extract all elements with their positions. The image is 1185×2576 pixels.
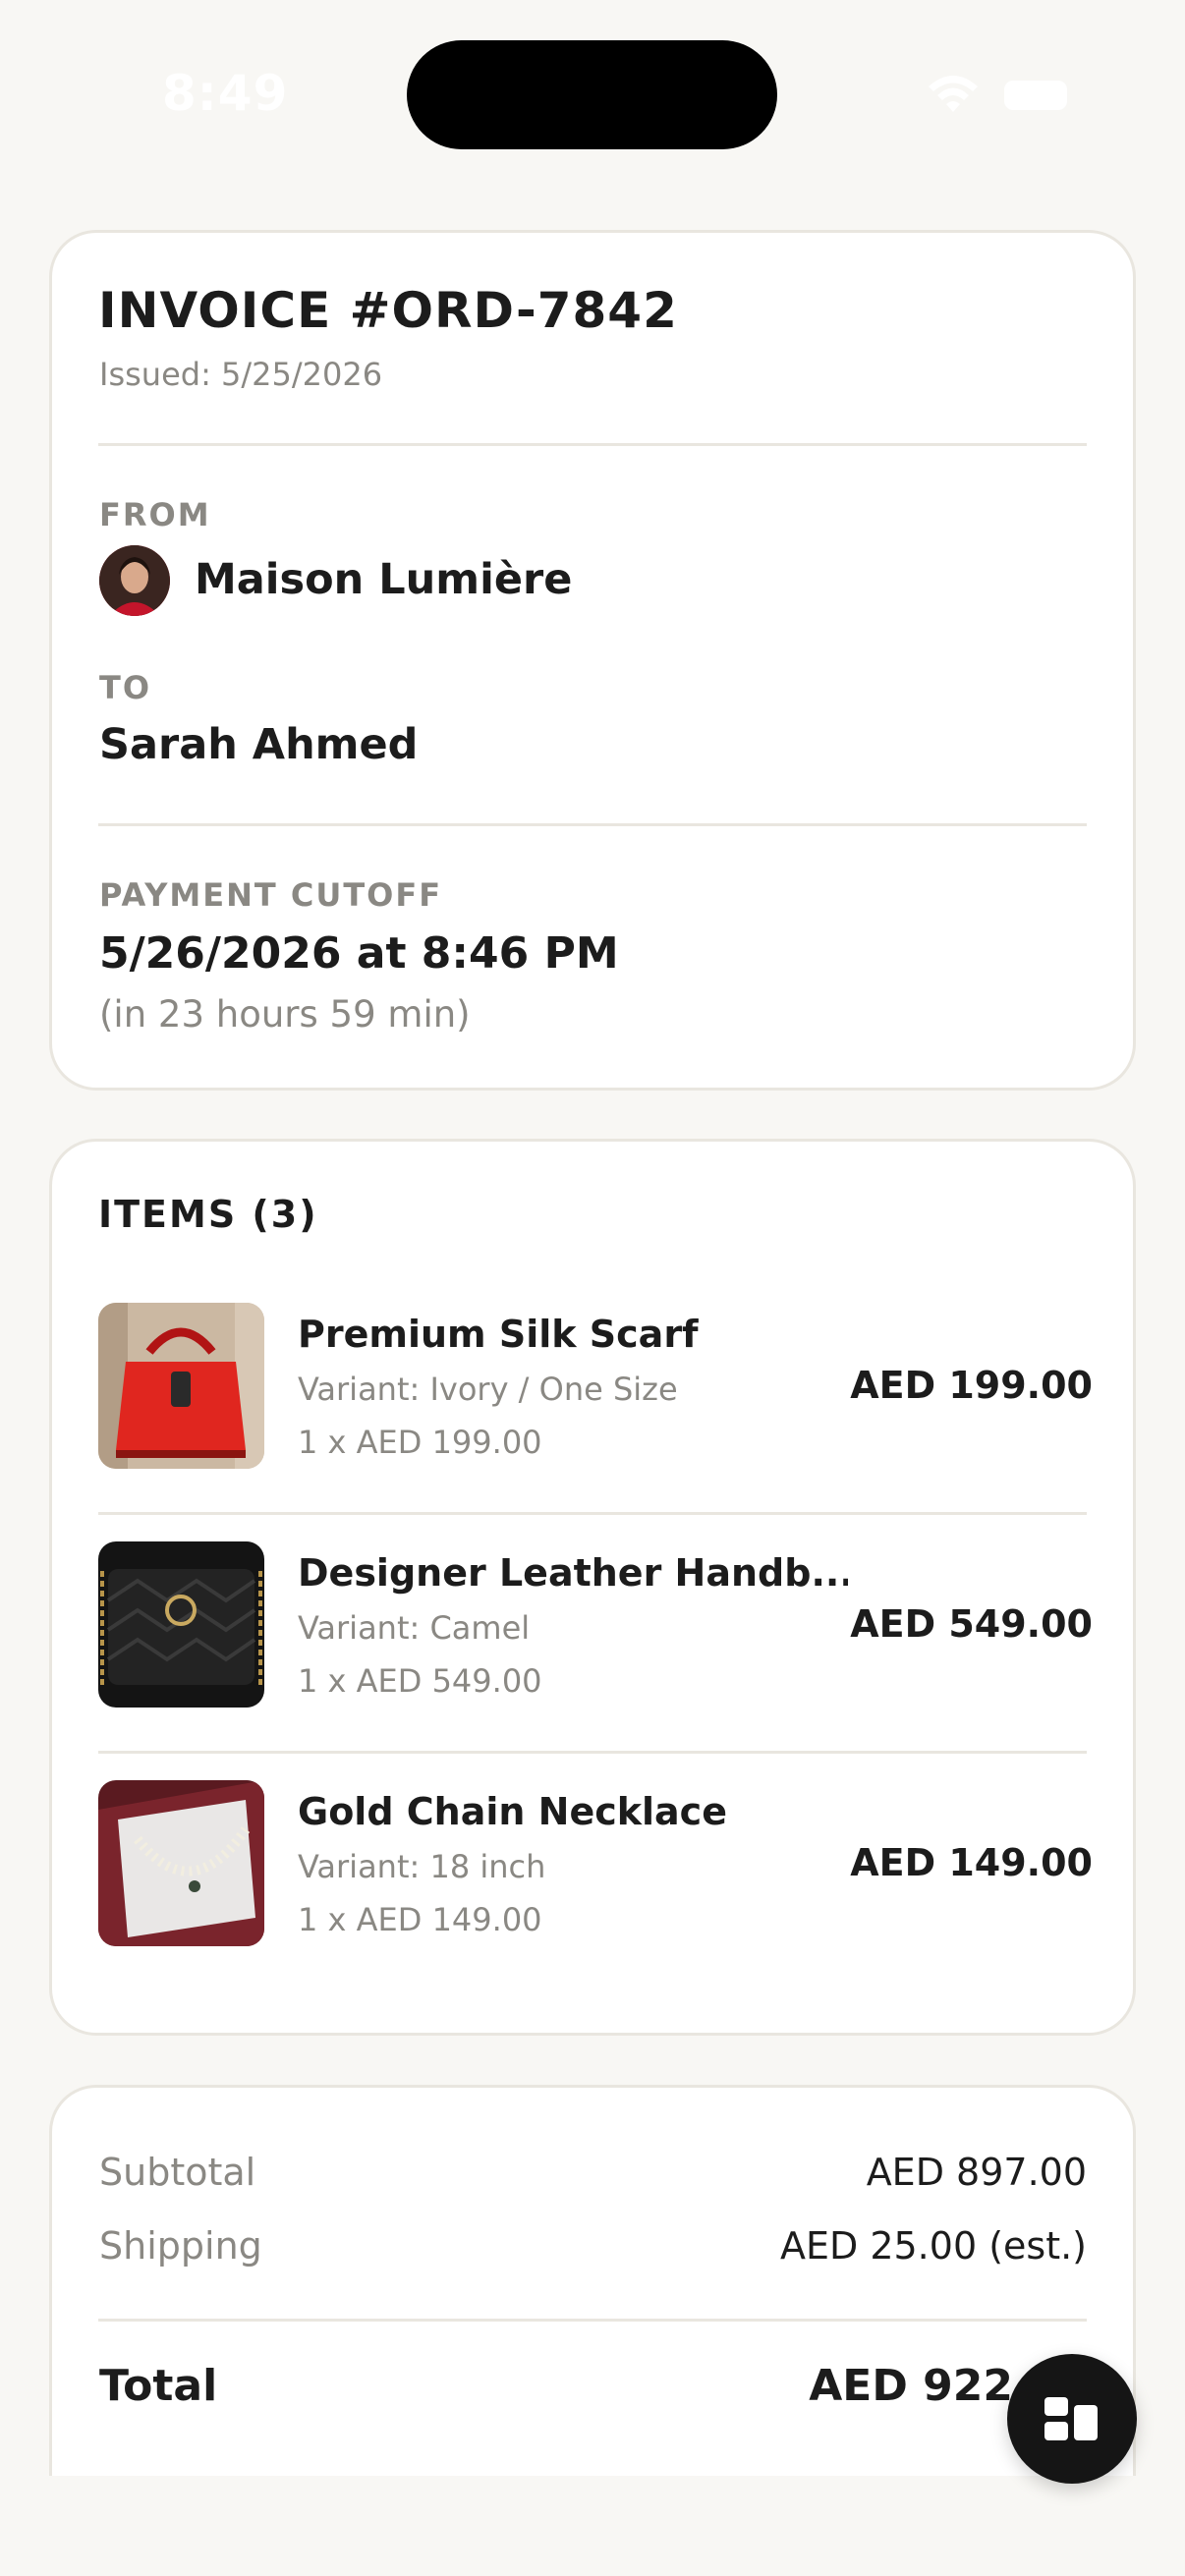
items-title: ITEMS (3) bbox=[98, 1193, 318, 1236]
bottom-background bbox=[0, 2476, 1185, 2576]
to-label: TO bbox=[99, 669, 152, 706]
list-item[interactable]: Premium Silk Scarf Variant: Ivory / One … bbox=[52, 1303, 1139, 1541]
item-price: AED 549.00 bbox=[850, 1602, 1093, 1646]
shipping-value: AED 25.00 (est.) bbox=[779, 2224, 1087, 2268]
merchant-avatar bbox=[99, 545, 170, 616]
items-card: ITEMS (3) Premium Silk Scarf Variant: Iv… bbox=[49, 1139, 1136, 2036]
subtotal-label: Subtotal bbox=[99, 2151, 256, 2194]
item-quantity: 1 x AED 199.00 bbox=[298, 1424, 542, 1461]
item-variant: Variant: Camel bbox=[298, 1609, 531, 1647]
to-name: Sarah Ahmed bbox=[99, 720, 419, 769]
invoice-screen: 8:49 INVOICE #ORD-7842 Issued: 5/25/2026… bbox=[0, 0, 1185, 2576]
item-quantity: 1 x AED 549.00 bbox=[298, 1662, 542, 1700]
subtotal-value: AED 897.00 bbox=[866, 2151, 1087, 2194]
item-thumbnail bbox=[98, 1541, 264, 1708]
grid-icon bbox=[1044, 2397, 1098, 2440]
item-thumbnail bbox=[98, 1303, 264, 1469]
item-quantity: 1 x AED 149.00 bbox=[298, 1901, 542, 1938]
dynamic-island bbox=[407, 40, 777, 149]
invoice-header-card: INVOICE #ORD-7842 Issued: 5/25/2026 FROM… bbox=[49, 230, 1136, 1091]
invoice-issued-date: Issued: 5/25/2026 bbox=[99, 356, 383, 393]
item-price: AED 149.00 bbox=[850, 1841, 1093, 1884]
floating-action-button[interactable] bbox=[1007, 2354, 1137, 2484]
item-variant: Variant: Ivory / One Size bbox=[298, 1371, 678, 1408]
total-label: Total bbox=[99, 2361, 218, 2411]
status-time: 8:49 bbox=[162, 65, 289, 122]
payment-cutoff-remaining: (in 23 hours 59 min) bbox=[99, 993, 471, 1036]
item-thumbnail bbox=[98, 1780, 264, 1946]
from-label: FROM bbox=[99, 496, 211, 533]
divider bbox=[98, 443, 1087, 446]
list-item[interactable]: Gold Chain Necklace Variant: 18 inch 1 x… bbox=[52, 1780, 1139, 2019]
battery-icon bbox=[1004, 81, 1067, 110]
from-name: Maison Lumière bbox=[195, 555, 573, 604]
divider bbox=[98, 823, 1087, 826]
divider bbox=[98, 1512, 1087, 1515]
shipping-label: Shipping bbox=[99, 2224, 262, 2268]
invoice-title: INVOICE #ORD-7842 bbox=[98, 282, 678, 339]
item-price: AED 199.00 bbox=[850, 1364, 1093, 1407]
item-variant: Variant: 18 inch bbox=[298, 1848, 546, 1885]
item-name: Designer Leather Handb... bbox=[298, 1551, 848, 1595]
payment-cutoff-label: PAYMENT CUTOFF bbox=[99, 876, 443, 914]
divider bbox=[98, 2319, 1087, 2322]
payment-cutoff-date: 5/26/2026 at 8:46 PM bbox=[99, 928, 619, 979]
total-value: AED 922 bbox=[809, 2361, 1013, 2411]
item-name: Premium Silk Scarf bbox=[298, 1313, 699, 1356]
wifi-icon bbox=[929, 76, 978, 112]
item-name: Gold Chain Necklace bbox=[298, 1790, 727, 1833]
divider bbox=[98, 1751, 1087, 1754]
list-item[interactable]: Designer Leather Handb... Variant: Camel… bbox=[52, 1541, 1139, 1780]
